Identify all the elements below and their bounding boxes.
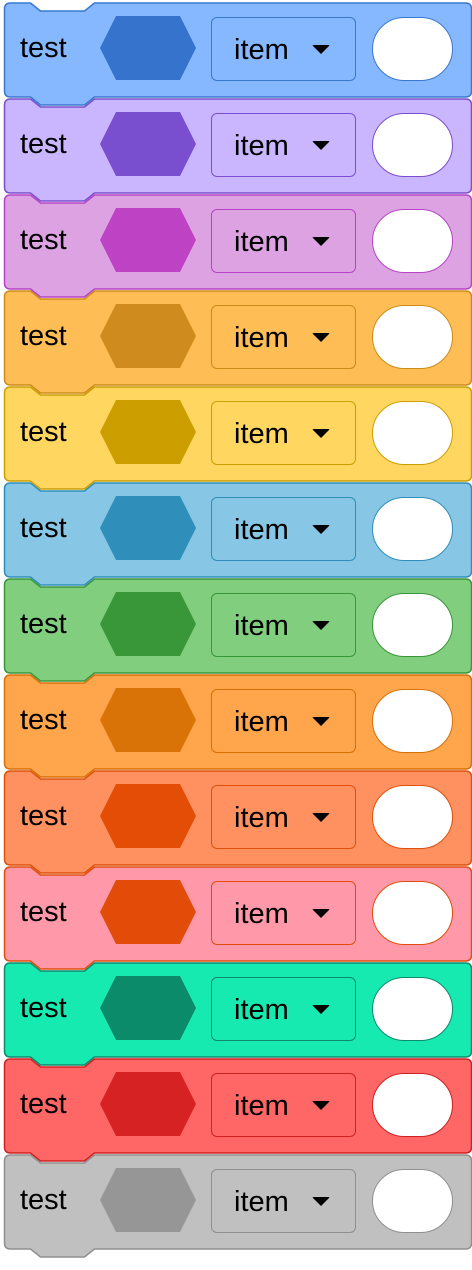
dropdown-arrow-icon (312, 621, 330, 630)
dropdown-arrow-icon (312, 429, 330, 438)
text-input-oval[interactable] (372, 17, 453, 81)
dropdown-value: item (234, 610, 289, 642)
block-label: test (20, 896, 67, 928)
block-label: test (20, 416, 67, 448)
block-label: test (20, 32, 67, 64)
dropdown-arrow-icon (312, 333, 330, 342)
dropdown-arrow-icon (312, 717, 330, 726)
dropdown-field[interactable]: item (211, 977, 356, 1041)
text-input-oval[interactable] (372, 401, 453, 465)
block-label: test (20, 608, 67, 640)
hexagon-slot-icon[interactable] (100, 112, 196, 176)
hexagon-slot-icon[interactable] (100, 1072, 196, 1136)
dropdown-field[interactable]: item (211, 497, 356, 561)
dropdown-arrow-icon (312, 1101, 330, 1110)
dropdown-value: item (234, 130, 289, 162)
dropdown-arrow-icon (312, 1005, 330, 1014)
text-input-oval[interactable] (372, 305, 453, 369)
hexagon-slot-icon[interactable] (100, 496, 196, 560)
text-input-oval[interactable] (372, 1073, 453, 1137)
block-label: test (20, 1184, 67, 1216)
text-input-oval[interactable] (372, 881, 453, 945)
dropdown-value: item (234, 994, 289, 1026)
block-stack: test item test item test item test item … (0, 0, 472, 1268)
block-label: test (20, 704, 67, 736)
dropdown-field[interactable]: item (211, 17, 356, 81)
dropdown-arrow-icon (312, 237, 330, 246)
block-label: test (20, 992, 67, 1024)
dropdown-field[interactable]: item (211, 785, 356, 849)
block-label: test (20, 800, 67, 832)
dropdown-value: item (234, 322, 289, 354)
dropdown-arrow-icon (312, 525, 330, 534)
dropdown-value: item (234, 34, 289, 66)
dropdown-arrow-icon (312, 909, 330, 918)
hexagon-slot-icon[interactable] (100, 976, 196, 1040)
block-label: test (20, 512, 67, 544)
dropdown-value: item (234, 706, 289, 738)
text-input-oval[interactable] (372, 593, 453, 657)
dropdown-value: item (234, 226, 289, 258)
text-input-oval[interactable] (372, 977, 453, 1041)
dropdown-value: item (234, 514, 289, 546)
text-input-oval[interactable] (372, 113, 453, 177)
hexagon-slot-icon[interactable] (100, 592, 196, 656)
hexagon-slot-icon[interactable] (100, 1168, 196, 1232)
text-input-oval[interactable] (372, 785, 453, 849)
block-label: test (20, 224, 67, 256)
hexagon-slot-icon[interactable] (100, 16, 196, 80)
dropdown-value: item (234, 1186, 289, 1218)
dropdown-field[interactable]: item (211, 689, 356, 753)
text-input-oval[interactable] (372, 1169, 453, 1233)
text-input-oval[interactable] (372, 497, 453, 561)
dropdown-arrow-icon (312, 813, 330, 822)
hexagon-slot-icon[interactable] (100, 304, 196, 368)
block-label: test (20, 1088, 67, 1120)
dropdown-field[interactable]: item (211, 209, 356, 273)
dropdown-field[interactable]: item (211, 401, 356, 465)
dropdown-arrow-icon (312, 45, 330, 54)
dropdown-field[interactable]: item (211, 881, 356, 945)
dropdown-value: item (234, 418, 289, 450)
dropdown-arrow-icon (312, 1197, 330, 1206)
hexagon-slot-icon[interactable] (100, 400, 196, 464)
dropdown-value: item (234, 1090, 289, 1122)
block-label: test (20, 128, 67, 160)
dropdown-value: item (234, 802, 289, 834)
dropdown-field[interactable]: item (211, 1169, 356, 1233)
dropdown-arrow-icon (312, 141, 330, 150)
dropdown-field[interactable]: item (211, 113, 356, 177)
block-1[interactable]: test item (0, 0, 472, 118)
dropdown-value: item (234, 898, 289, 930)
text-input-oval[interactable] (372, 209, 453, 273)
dropdown-field[interactable]: item (211, 593, 356, 657)
hexagon-slot-icon[interactable] (100, 784, 196, 848)
dropdown-field[interactable]: item (211, 1073, 356, 1137)
hexagon-slot-icon[interactable] (100, 208, 196, 272)
dropdown-field[interactable]: item (211, 305, 356, 369)
hexagon-slot-icon[interactable] (100, 688, 196, 752)
hexagon-slot-icon[interactable] (100, 880, 196, 944)
block-label: test (20, 320, 67, 352)
text-input-oval[interactable] (372, 689, 453, 753)
